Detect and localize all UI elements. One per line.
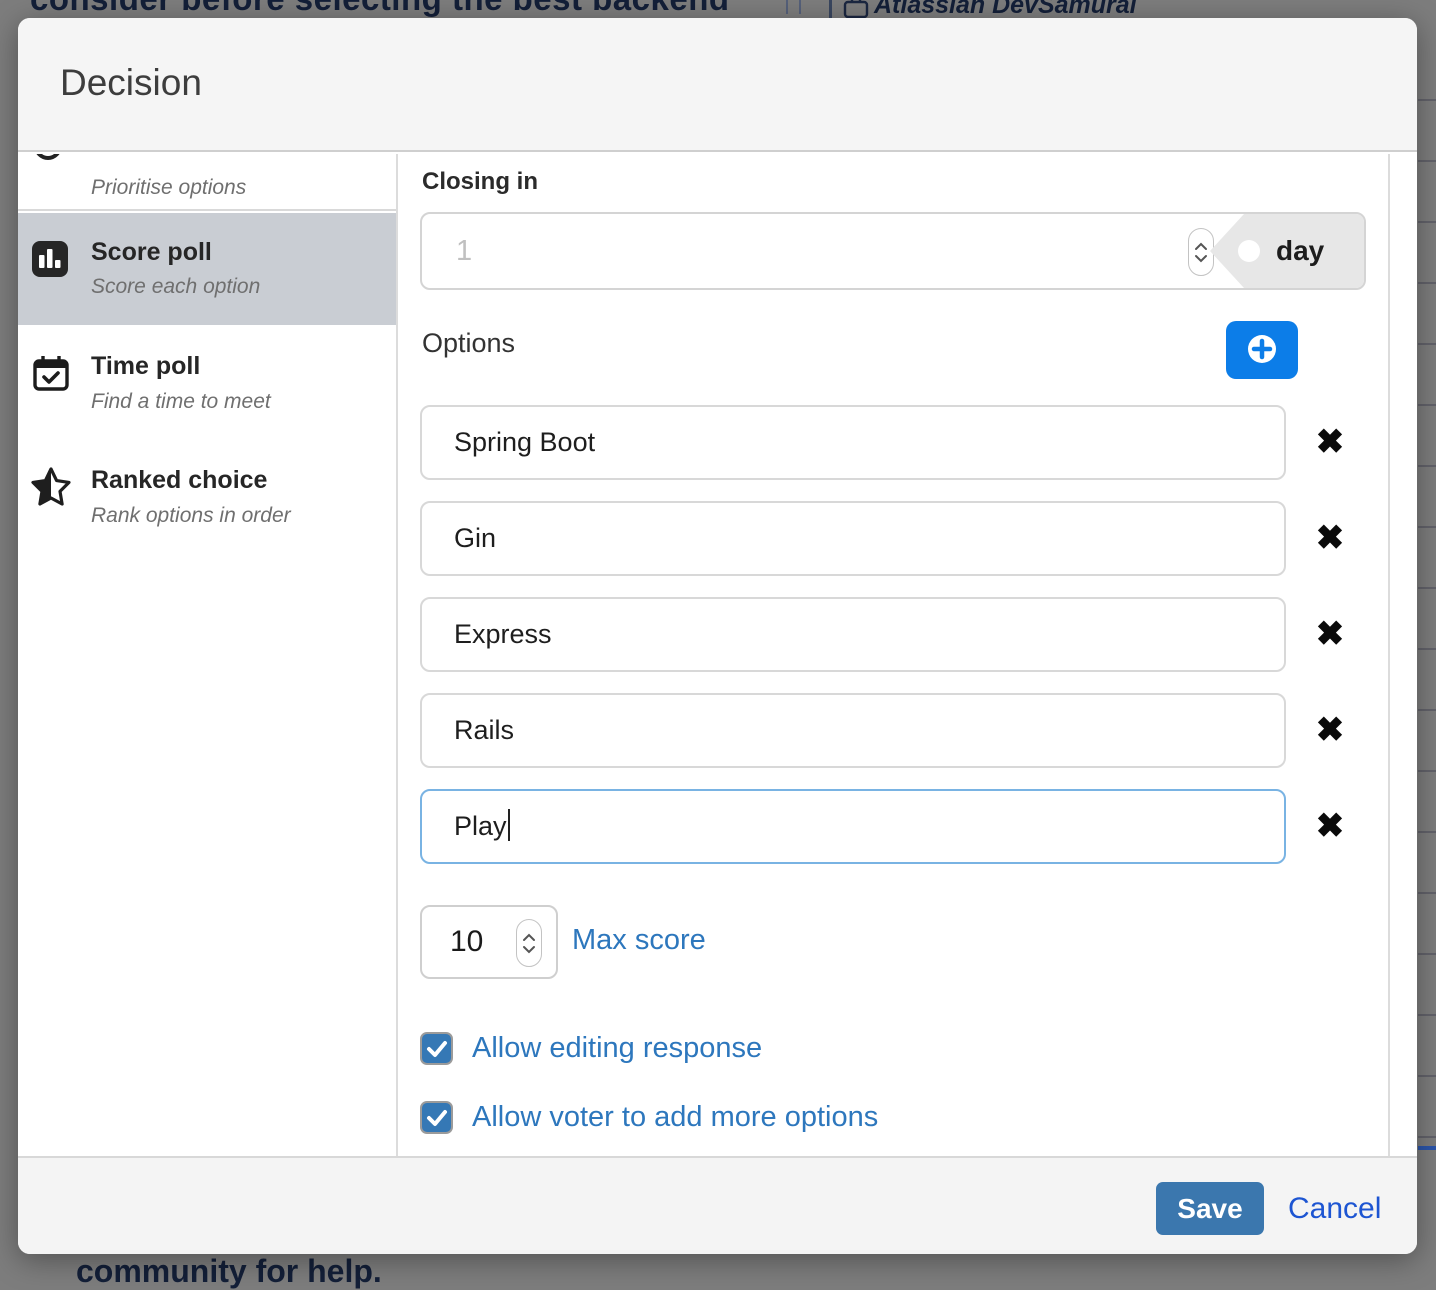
decision-modal: Decision Prioritise options Score poll S… xyxy=(18,18,1417,1254)
checkbox-label[interactable]: Allow editing response xyxy=(472,1032,762,1065)
background-table-border xyxy=(786,0,788,14)
background-page-text: consider before selecting the best backe… xyxy=(30,0,730,18)
background-table-rows xyxy=(1418,40,1436,1150)
option-input[interactable]: Gin xyxy=(420,501,1286,576)
allow-editing-checkbox[interactable] xyxy=(420,1032,453,1065)
option-input[interactable]: Spring Boot xyxy=(420,405,1286,480)
max-score-field[interactable]: 10 xyxy=(420,905,558,979)
sidebar-item-time-poll[interactable]: Time poll Find a time to meet xyxy=(18,350,396,460)
sidebar-item-prioritise[interactable]: Prioritise options xyxy=(18,154,396,211)
calendar-check-icon xyxy=(31,353,71,398)
x-icon: ✖ xyxy=(1316,615,1345,653)
option-input[interactable]: Rails xyxy=(420,693,1286,768)
option-input[interactable]: Express xyxy=(420,597,1286,672)
max-score-label: Max score xyxy=(572,924,706,957)
closing-in-label: Closing in xyxy=(422,168,538,196)
modal-header: Decision xyxy=(18,18,1417,152)
cancel-button[interactable]: Cancel xyxy=(1288,1192,1381,1226)
sidebar-item-title: Time poll xyxy=(91,352,200,381)
background-table-selection-line xyxy=(1418,1146,1436,1150)
text-cursor xyxy=(508,809,510,841)
sidebar-item-subtitle: Rank options in order xyxy=(91,504,291,528)
sidebar-item-subtitle: Prioritise options xyxy=(91,176,246,200)
star-half-icon xyxy=(29,466,73,513)
remove-option-button[interactable]: ✖ xyxy=(1308,420,1352,464)
add-option-button[interactable] xyxy=(1226,321,1298,379)
background-page-text: Atlassian DevSamurai xyxy=(874,0,1137,20)
allow-add-options-checkbox[interactable] xyxy=(420,1101,453,1134)
tag-hole xyxy=(1238,240,1260,262)
sidebar-item-subtitle: Find a time to meet xyxy=(91,390,271,414)
sidebar-item-title: Score poll xyxy=(91,238,212,267)
plus-circle-icon xyxy=(1244,331,1280,370)
number-stepper[interactable] xyxy=(1188,228,1214,276)
x-icon: ✖ xyxy=(1316,807,1345,845)
remove-option-button[interactable]: ✖ xyxy=(1308,516,1352,560)
clock-icon xyxy=(32,154,68,168)
sidebar-item-title: Ranked choice xyxy=(91,466,267,495)
remove-option-button[interactable]: ✖ xyxy=(1308,708,1352,752)
background-page-text: community for help. xyxy=(76,1253,382,1290)
duration-unit-value: day xyxy=(1276,214,1324,288)
sidebar-item-score-poll[interactable]: Score poll Score each option xyxy=(18,213,396,325)
checkbox-label[interactable]: Allow voter to add more options xyxy=(472,1101,878,1134)
x-icon: ✖ xyxy=(1316,423,1345,461)
modal-title: Decision xyxy=(60,62,202,104)
x-icon: ✖ xyxy=(1316,519,1345,557)
bar-chart-icon xyxy=(31,240,69,283)
sidebar-item-subtitle: Score each option xyxy=(91,275,260,299)
modal-footer: Save Cancel xyxy=(18,1156,1417,1254)
poll-type-sidebar: Prioritise options Score poll Score each… xyxy=(18,154,398,1156)
save-button[interactable]: Save xyxy=(1156,1182,1264,1235)
closing-in-input[interactable]: 1 xyxy=(422,214,1212,288)
duration-unit-select[interactable]: day xyxy=(1210,214,1364,288)
sidebar-item-ranked-choice[interactable]: Ranked choice Rank options in order xyxy=(18,464,396,574)
x-icon: ✖ xyxy=(1316,711,1345,749)
options-label: Options xyxy=(422,328,515,359)
closing-in-field: 1 day xyxy=(420,212,1366,290)
option-input-focused[interactable]: Play xyxy=(420,789,1286,864)
background-table-border xyxy=(799,0,801,14)
divider xyxy=(1388,154,1390,1156)
max-score-value: 10 xyxy=(450,907,483,977)
remove-option-button[interactable]: ✖ xyxy=(1308,612,1352,656)
number-stepper[interactable] xyxy=(516,919,542,967)
remove-option-button[interactable]: ✖ xyxy=(1308,804,1352,848)
poll-settings-panel: 52/500 Closing in 1 day Options Spring B… xyxy=(400,154,1388,1156)
